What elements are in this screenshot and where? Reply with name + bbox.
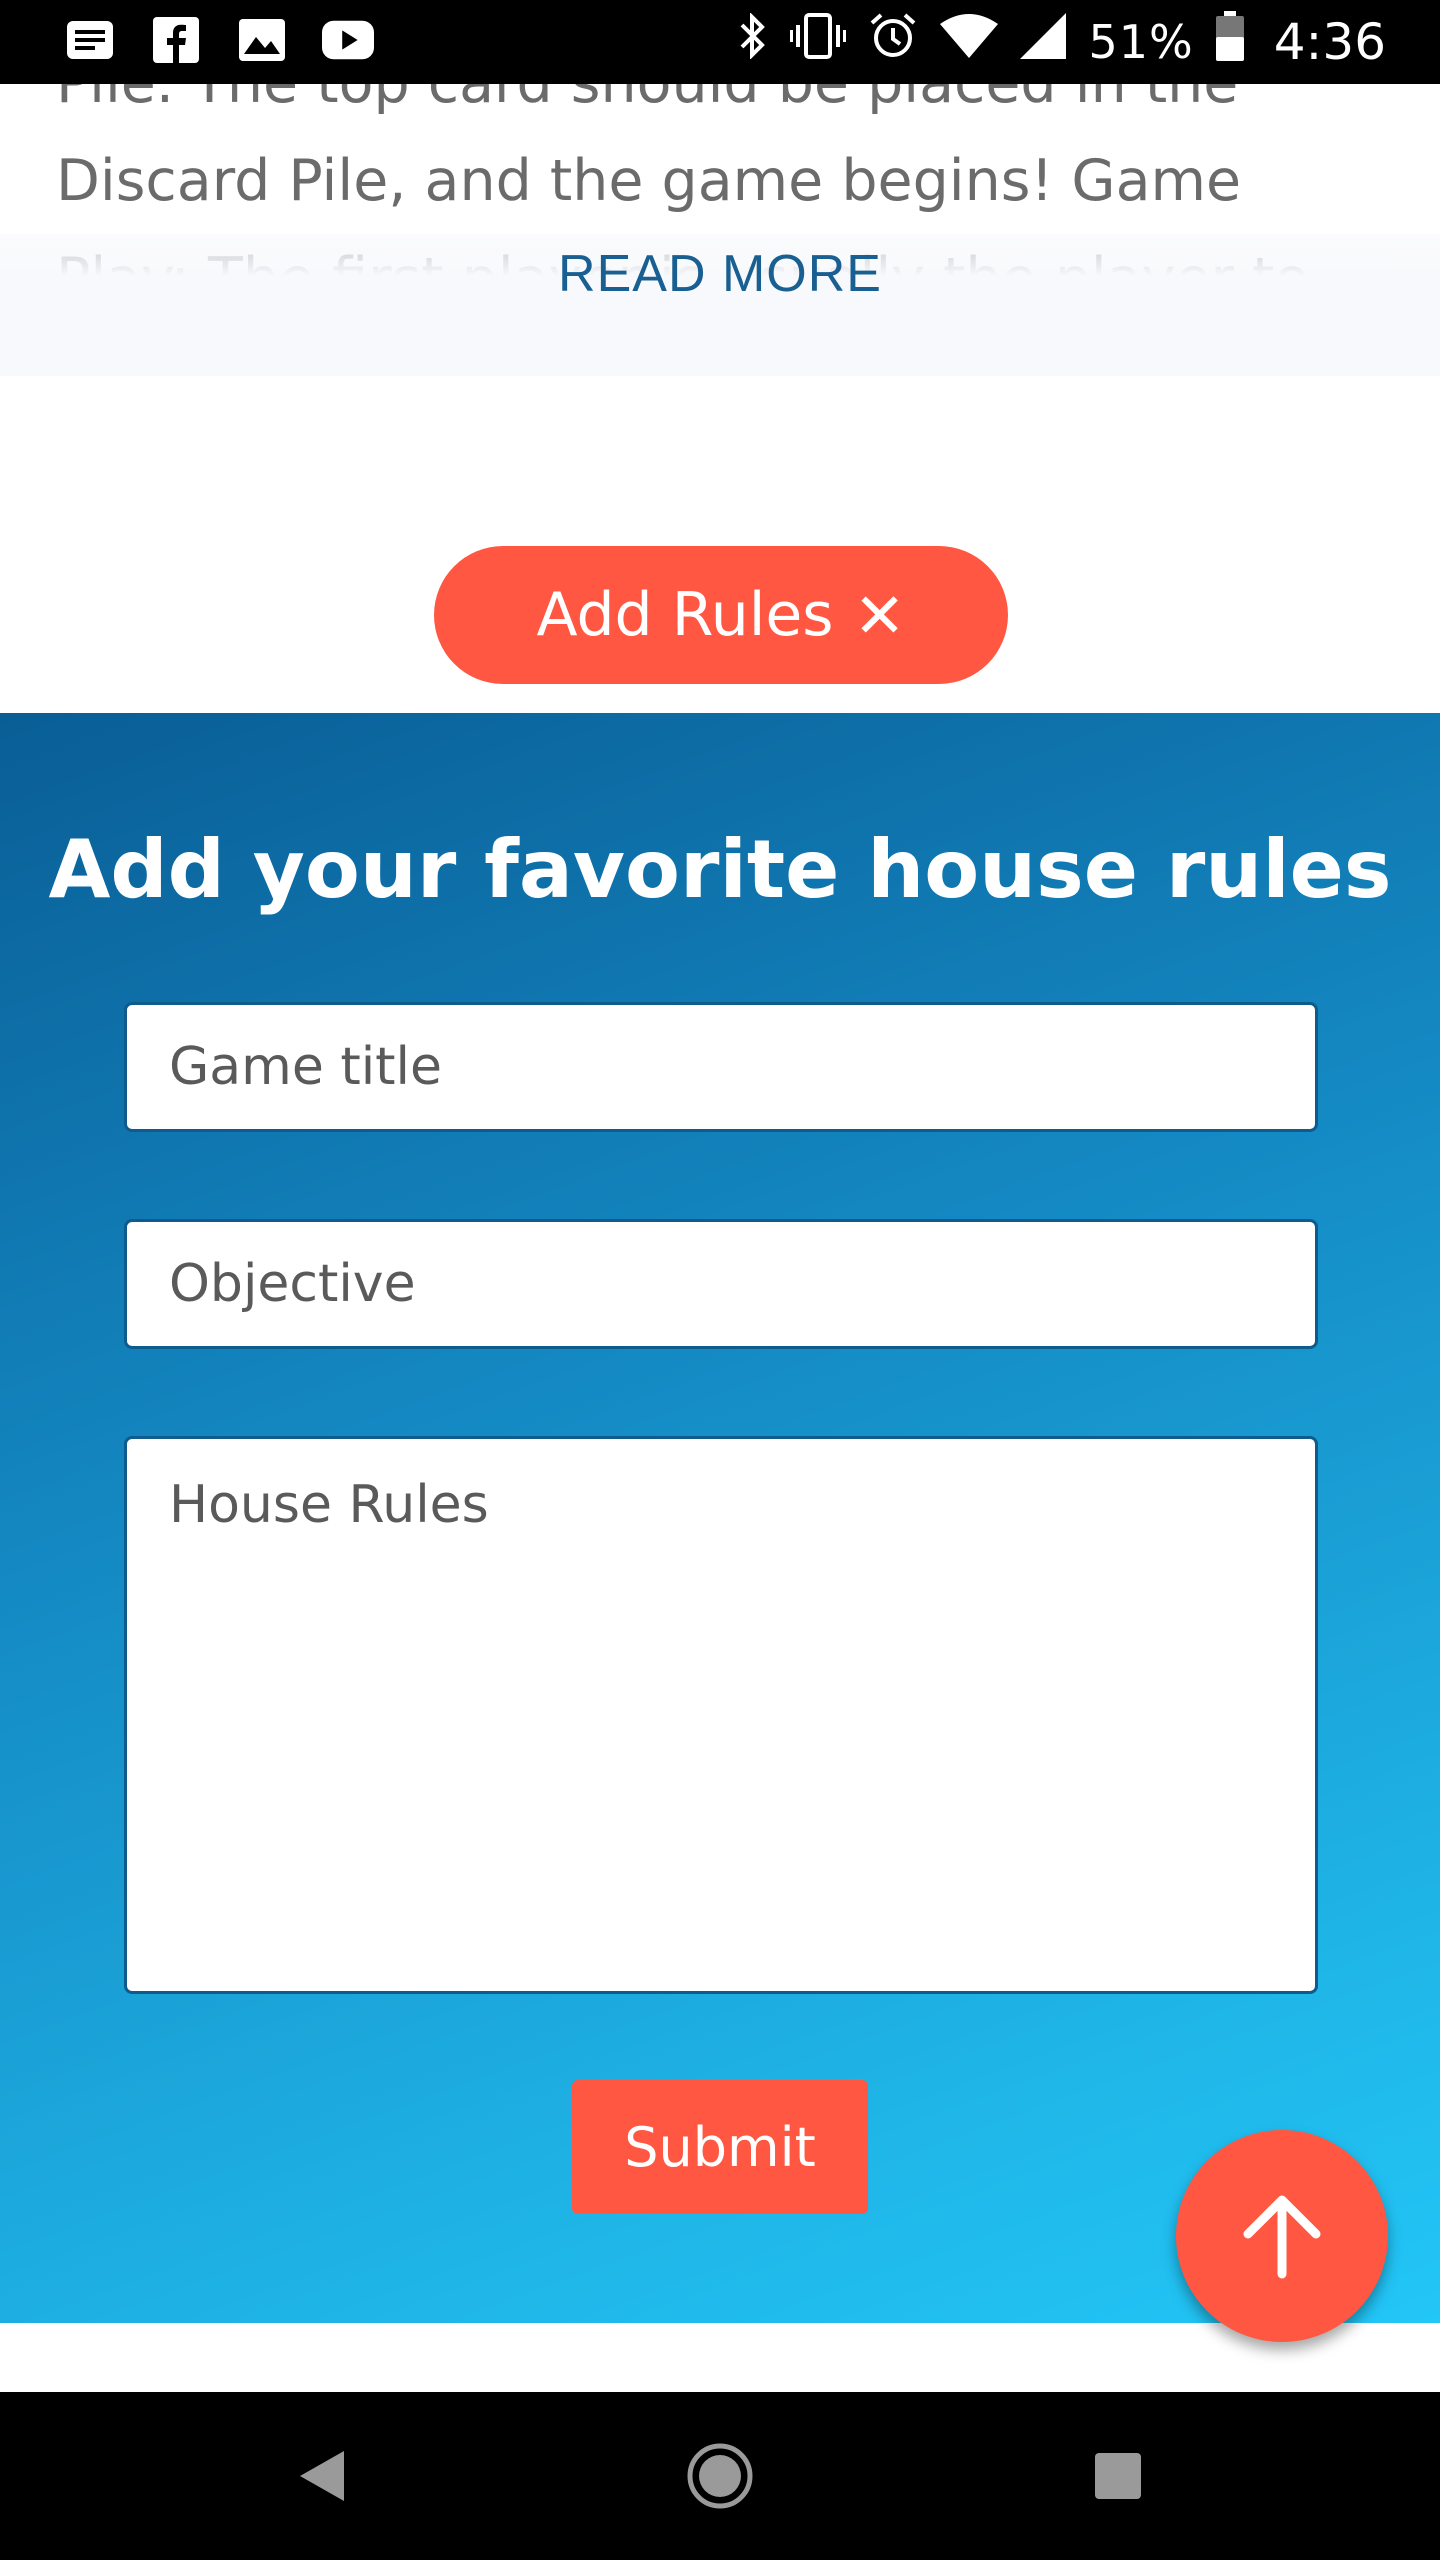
add-rules-toggle-button[interactable]: Add Rules ✕	[434, 546, 1008, 684]
clock: 4:36	[1273, 13, 1386, 71]
submit-button[interactable]: Submit	[572, 2080, 868, 2214]
facebook-icon	[150, 17, 202, 63]
system-status: 51% 4:36	[738, 11, 1386, 73]
alarm-icon	[868, 11, 918, 73]
objective-placeholder: Objective	[169, 1254, 416, 1314]
bluetooth-icon	[738, 12, 768, 71]
notification-icons	[64, 17, 374, 63]
read-more-link[interactable]: READ MORE	[0, 244, 1440, 304]
form-title: Add your favorite house rules	[48, 823, 1392, 916]
battery-percent: 51%	[1088, 15, 1194, 69]
add-rules-label: Add Rules	[536, 580, 834, 650]
signal-icon	[1020, 13, 1067, 71]
arrow-up-icon	[1232, 2184, 1332, 2289]
navigation-bar	[0, 2392, 1440, 2560]
article-preview: Pile. The top card should be placed in t…	[0, 84, 1440, 376]
house-rules-placeholder: House Rules	[169, 1475, 489, 1535]
house-rules-form: Add your favorite house rules Game title…	[0, 713, 1440, 2323]
home-icon[interactable]	[680, 2436, 760, 2516]
game-title-input[interactable]: Game title	[124, 1002, 1318, 1132]
status-bar: 51% 4:36	[0, 0, 1440, 84]
battery-icon	[1215, 11, 1244, 73]
scroll-to-top-button[interactable]	[1176, 2130, 1388, 2342]
close-icon: ✕	[853, 578, 906, 652]
vibrate-icon	[790, 13, 847, 71]
recents-icon[interactable]	[1078, 2436, 1158, 2516]
youtube-icon	[322, 18, 374, 62]
house-rules-textarea[interactable]: House Rules	[124, 1436, 1318, 1994]
image-icon	[236, 18, 288, 62]
notes-icon	[64, 18, 116, 62]
objective-input[interactable]: Objective	[124, 1219, 1318, 1349]
back-icon[interactable]	[282, 2436, 362, 2516]
wifi-icon	[940, 14, 999, 70]
game-title-placeholder: Game title	[169, 1037, 442, 1097]
